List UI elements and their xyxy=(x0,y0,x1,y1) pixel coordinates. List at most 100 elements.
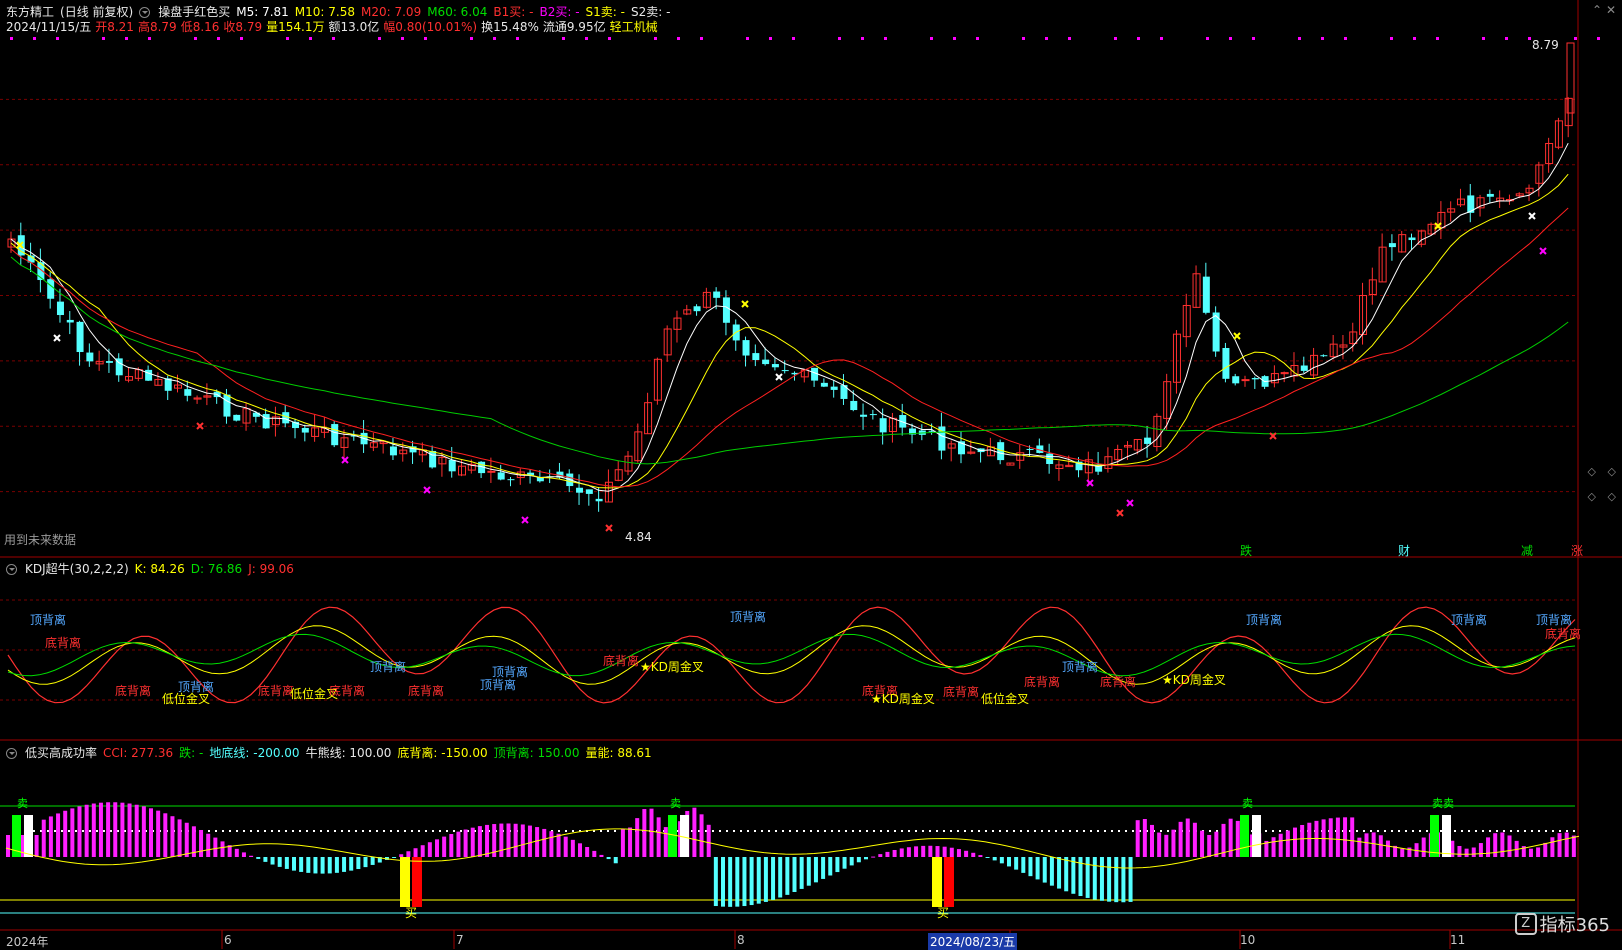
diamond-icon-2[interactable]: ◇ xyxy=(1608,490,1616,503)
candle-body xyxy=(1251,378,1259,380)
kdj-j: J: 99.06 xyxy=(248,561,294,576)
cci-bull-dot xyxy=(334,830,336,832)
candle-body xyxy=(262,414,270,429)
cci-bull-dot xyxy=(1272,830,1274,832)
cci-bar xyxy=(1192,822,1197,857)
cci-bar xyxy=(606,857,611,860)
cci-bar xyxy=(520,824,525,857)
candle-body xyxy=(869,414,877,416)
cci-bar xyxy=(928,845,933,857)
cci-bull-dot xyxy=(1538,830,1540,832)
cci-bull-dot xyxy=(950,830,952,832)
cci-bar xyxy=(1135,820,1140,857)
diamond-icon-3[interactable]: ◇ xyxy=(1588,465,1596,478)
diamond-icon-1[interactable]: ◇ xyxy=(1608,465,1616,478)
cci-bar xyxy=(1385,840,1390,857)
signal-dot xyxy=(608,37,611,40)
cci-bull-dot xyxy=(404,830,406,832)
kdj-menu-icon[interactable] xyxy=(6,564,17,575)
cci-bull-dot xyxy=(789,830,791,832)
cci-bar xyxy=(1528,848,1533,857)
cci-bull-dot xyxy=(236,830,238,832)
cci-bull-dot xyxy=(1517,830,1519,832)
cci-bull-dot xyxy=(1398,830,1400,832)
cci-sell-bar xyxy=(24,815,33,857)
cci-name[interactable]: 低买高成功率 xyxy=(25,744,97,761)
candle-body xyxy=(448,459,456,472)
cci-bar xyxy=(292,857,296,871)
cci-bar xyxy=(892,849,897,857)
kdj-annotation: 顶背离 xyxy=(1062,660,1099,674)
cci-bull-dot xyxy=(369,830,371,832)
kdj-lines xyxy=(7,606,1576,704)
cci-bar xyxy=(277,857,282,867)
cci-bull-dot xyxy=(572,830,574,832)
signal-dot xyxy=(1574,37,1577,40)
candle-body xyxy=(1202,276,1210,313)
price-low-label: 4.84 xyxy=(625,530,652,544)
candle-body xyxy=(879,418,887,433)
cci-bull-dot xyxy=(915,830,917,832)
future-data-note: 用到未来数据 xyxy=(4,533,77,547)
signal-dot xyxy=(884,37,887,40)
candle-body xyxy=(830,386,838,390)
candle-body xyxy=(576,487,584,493)
cci-bull-dot xyxy=(1055,830,1057,832)
signal-dot xyxy=(1137,37,1140,40)
signal-dot xyxy=(1344,37,1347,40)
cci-bull-dot xyxy=(1041,830,1043,832)
cci-bull-dot xyxy=(1279,830,1281,832)
cci-bar xyxy=(771,857,776,900)
cci-bull-dot xyxy=(355,830,357,832)
cci-bar xyxy=(1300,824,1305,857)
kdj-annotation: 低位金叉 xyxy=(162,692,211,706)
cci-bar xyxy=(506,823,511,857)
cci-bull-dot xyxy=(1391,830,1393,832)
signal-dot xyxy=(1114,37,1117,40)
cci-bar xyxy=(1099,857,1104,901)
sell-label-5: 卖 xyxy=(1443,797,1454,810)
cci-bull-dot xyxy=(1160,830,1162,832)
kdj-annotation: 底背离 xyxy=(1024,675,1061,689)
cci-bull-dot xyxy=(768,830,770,832)
candle-body xyxy=(66,319,74,323)
candle-body xyxy=(331,424,339,446)
cci-bar xyxy=(449,834,454,857)
cci-bull-dot xyxy=(1020,830,1022,832)
cci-bar xyxy=(1543,842,1548,857)
cci-bar xyxy=(320,857,325,874)
chart-canvas[interactable] xyxy=(0,0,1622,949)
candle-body xyxy=(1241,379,1250,382)
signal-dot xyxy=(470,37,473,40)
cci-bar xyxy=(949,847,954,857)
cci-bar xyxy=(513,823,518,857)
cci-bull-dot xyxy=(1118,830,1120,832)
cci-bar xyxy=(91,803,96,857)
price-high-label: 8.79 xyxy=(1532,38,1559,52)
cci-bar xyxy=(70,808,75,857)
cci-bar xyxy=(1114,857,1119,903)
cci-top-div: 顶背离: 150.00 xyxy=(493,746,580,760)
diamond-icon-4[interactable]: ◇ xyxy=(1588,490,1596,503)
candlesticks[interactable] xyxy=(7,42,1575,512)
cci-bull-dot xyxy=(873,830,875,832)
kdj-annotation: 顶背离 xyxy=(30,613,67,627)
cci-bar xyxy=(1471,847,1476,857)
cci-bar xyxy=(885,851,890,857)
cci-bar xyxy=(527,825,532,857)
signal-dot xyxy=(562,37,565,40)
cci-bottom-div: 底背离: -150.00 xyxy=(397,746,488,760)
kdj-k: K: 84.26 xyxy=(134,561,185,576)
cci-bar xyxy=(856,857,861,863)
cci-bar xyxy=(613,857,618,864)
cci-bull-dot xyxy=(1034,830,1036,832)
cci-bar xyxy=(334,857,339,873)
kdj-name[interactable]: KDJ超牛(30,2,2,2) xyxy=(25,560,129,577)
cci-bar xyxy=(1128,857,1133,902)
signal-dot xyxy=(125,37,128,40)
cci-bar xyxy=(413,848,418,857)
cci-menu-icon[interactable] xyxy=(6,748,17,759)
kdj-annotation: 顶背离 xyxy=(1246,613,1283,627)
cci-bar xyxy=(1550,837,1555,857)
cci-bull-dot xyxy=(754,830,756,832)
